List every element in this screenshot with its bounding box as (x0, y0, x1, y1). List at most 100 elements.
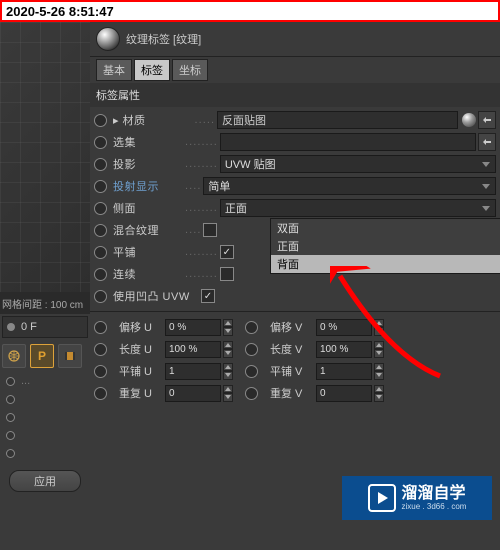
row-side: 侧面. . . . . . . . 正面 (90, 197, 500, 219)
label-repeat-v: 重复 V (270, 385, 314, 401)
temperature-cell: 0 F (2, 316, 88, 338)
panel-titlebar: 纹理标签 [纹理] (90, 22, 500, 57)
radio-icon[interactable] (94, 136, 107, 149)
dot-icon (7, 323, 15, 331)
row-material: ▸ 材质. . . . . 反面贴图 (90, 109, 500, 131)
tile-u-spinner[interactable] (223, 363, 233, 380)
row-proj-display: 投射显示. . . . 简单 (90, 175, 500, 197)
radio-dot[interactable] (6, 431, 15, 440)
tile-v-input[interactable]: 1 (316, 363, 372, 380)
projection-combo[interactable]: UVW 贴图 (220, 155, 496, 173)
material-field[interactable]: 反面贴图 (217, 111, 458, 129)
divider (90, 311, 500, 312)
radio-icon[interactable] (94, 158, 107, 171)
mix-texture-checkbox[interactable] (203, 223, 217, 237)
radio-icon[interactable] (94, 290, 107, 303)
temp-value: 0 F (21, 321, 37, 333)
label-continuous: 连续 (113, 266, 185, 282)
side-dropdown: 双面 正面 背面 (270, 218, 500, 274)
proj-display-combo[interactable]: 简单 (203, 177, 496, 195)
apply-button[interactable]: 应用 (9, 470, 81, 492)
radio-dot[interactable] (6, 377, 15, 386)
watermark: 溜溜自学 zixue . 3d66 . com (342, 476, 492, 520)
viewport-3d[interactable] (0, 22, 90, 292)
row-selection: 选集. . . . . . . . (90, 131, 500, 153)
side-combo[interactable]: 正面 (220, 199, 496, 217)
tile-checkbox[interactable]: ✓ (220, 245, 234, 259)
material-ball-icon (96, 27, 120, 51)
dropdown-option-back[interactable]: 背面 (271, 255, 500, 273)
row-length: 长度 U 100 % 长度 V 100 % (90, 338, 500, 360)
length-v-input[interactable]: 100 % (316, 341, 372, 358)
length-u-input[interactable]: 100 % (165, 341, 221, 358)
label-proj-display[interactable]: 投射显示 (113, 178, 185, 194)
dropdown-option-both[interactable]: 双面 (271, 219, 500, 237)
radio-icon[interactable] (94, 268, 107, 281)
option-row-5 (0, 444, 90, 462)
radio-dot[interactable] (6, 413, 15, 422)
option-row-2 (0, 390, 90, 408)
radio-icon[interactable] (94, 224, 107, 237)
apply-label: 应用 (34, 473, 56, 489)
label-selection: 选集 (113, 134, 185, 150)
label-tile-u: 平铺 U (119, 363, 163, 379)
row-projection: 投影. . . . . . . . UVW 贴图 (90, 153, 500, 175)
tab-bar: 基本 标签 坐标 (90, 57, 500, 83)
radio-icon[interactable] (94, 343, 107, 356)
repeat-u-spinner[interactable] (223, 385, 233, 402)
tab-basic[interactable]: 基本 (96, 59, 132, 81)
panel-title: 纹理标签 [纹理] (126, 31, 201, 47)
watermark-sub: zixue . 3d66 . com (402, 502, 467, 511)
tile-v-spinner[interactable] (374, 363, 384, 380)
world-icon[interactable] (2, 344, 26, 368)
offset-u-spinner[interactable] (223, 319, 233, 336)
timestamp-text: 2020-5-26 8:51:47 (6, 4, 114, 19)
radio-icon[interactable] (94, 365, 107, 378)
offset-v-spinner[interactable] (374, 319, 384, 336)
length-v-spinner[interactable] (374, 341, 384, 358)
use-uvw-checkbox[interactable]: ✓ (201, 289, 215, 303)
radio-dot[interactable] (6, 449, 15, 458)
radio-dot[interactable] (6, 395, 15, 404)
play-icon (368, 484, 396, 512)
tile-u-input[interactable]: 1 (165, 363, 221, 380)
material-preview-icon[interactable] (462, 113, 476, 127)
tab-coord[interactable]: 坐标 (172, 59, 208, 81)
option-row-4 (0, 426, 90, 444)
repeat-u-input[interactable]: 0 (165, 385, 221, 402)
section-header: 标签属性 (90, 83, 500, 107)
radio-icon[interactable] (94, 246, 107, 259)
selection-field[interactable] (220, 133, 476, 151)
radio-icon[interactable] (245, 343, 258, 356)
material-picker-button[interactable] (478, 111, 496, 129)
radio-icon[interactable] (245, 387, 258, 400)
option-row-1: ... (0, 372, 90, 390)
offset-v-input[interactable]: 0 % (316, 319, 372, 336)
p-icon[interactable]: P (30, 344, 54, 368)
label-use-uvw: 使用凹凸 UVW (113, 288, 201, 304)
radio-icon[interactable] (94, 321, 107, 334)
label-length-v: 长度 V (270, 341, 314, 357)
radio-icon[interactable] (94, 387, 107, 400)
repeat-v-spinner[interactable] (374, 385, 384, 402)
dropdown-option-front[interactable]: 正面 (271, 237, 500, 255)
label-tile-v: 平铺 V (270, 363, 314, 379)
radio-icon[interactable] (94, 202, 107, 215)
continuous-checkbox[interactable] (220, 267, 234, 281)
tab-tag[interactable]: 标签 (134, 59, 170, 81)
offset-u-input[interactable]: 0 % (165, 319, 221, 336)
film-icon[interactable] (58, 344, 82, 368)
icon-toolbar: P (0, 340, 90, 372)
grid-spacing-label: 网格间距 : 100 cm (2, 296, 83, 311)
radio-icon[interactable] (94, 180, 107, 193)
label-offset-u: 偏移 U (119, 319, 163, 335)
radio-icon[interactable] (94, 114, 107, 127)
radio-icon[interactable] (245, 365, 258, 378)
selection-picker-button[interactable] (478, 133, 496, 151)
label-side: 侧面 (113, 200, 185, 216)
viewport-panel: 网格间距 : 100 cm 0 F P ... 应用 (0, 22, 91, 528)
length-u-spinner[interactable] (223, 341, 233, 358)
properties-panel: 纹理标签 [纹理] 基本 标签 坐标 标签属性 ▸ 材质. . . . . 反面… (90, 22, 500, 528)
radio-icon[interactable] (245, 321, 258, 334)
repeat-v-input[interactable]: 0 (316, 385, 372, 402)
